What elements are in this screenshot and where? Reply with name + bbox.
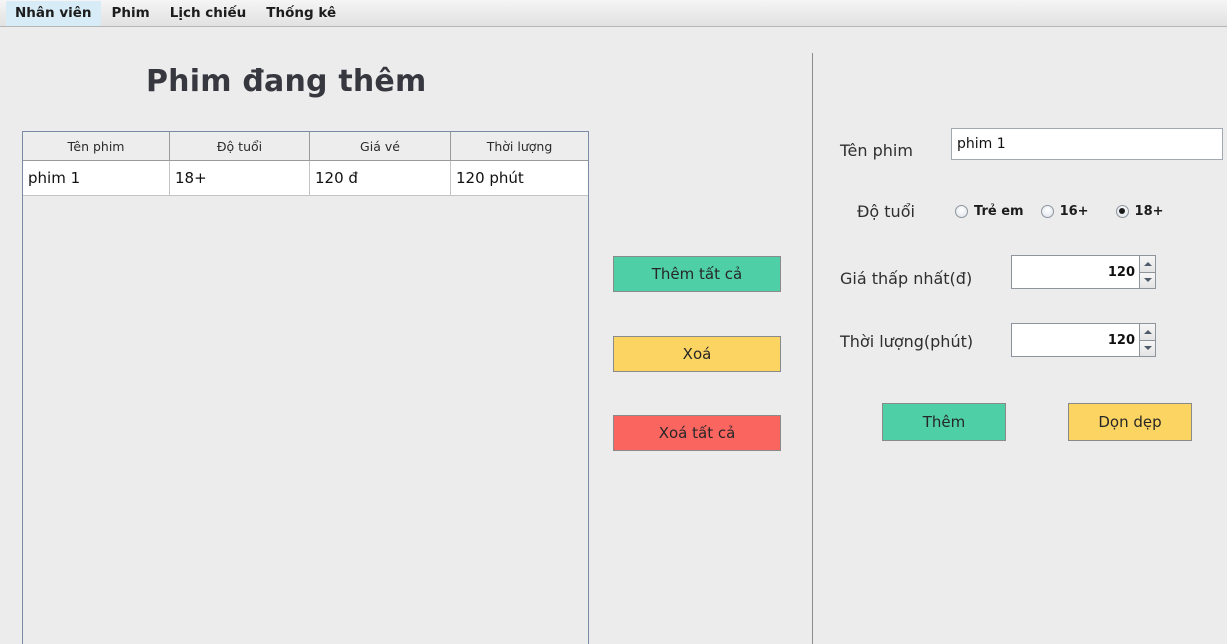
cell-do-tuoi[interactable]: 18+ [169, 160, 310, 196]
duration-spinner: 120 [1011, 323, 1156, 357]
table-header-gia-ve[interactable]: Giá vé [309, 132, 451, 161]
radio-circle-selected-icon [1115, 204, 1129, 218]
movie-table: Tên phim Độ tuổi Giá vé Thời lượng phim … [23, 132, 588, 196]
radio-tre-em-label: Trẻ em [974, 203, 1024, 219]
price-spinner-up-button[interactable] [1139, 255, 1156, 273]
triangle-down-icon [1143, 346, 1152, 351]
table-header-thoi-luong[interactable]: Thời lượng [450, 132, 588, 161]
menu-item-lich-chieu[interactable]: Lịch chiếu [161, 1, 256, 26]
menu-item-thong-ke[interactable]: Thống kê [257, 1, 345, 26]
cell-ten-phim[interactable]: phim 1 [23, 160, 170, 196]
radio-circle-icon [1040, 204, 1054, 218]
table-header-ten-phim[interactable]: Tên phim [23, 132, 170, 161]
page-title: Phim đang thêm [146, 64, 427, 99]
duration-spinner-down-button[interactable] [1139, 340, 1156, 357]
menu-item-nhan-vien[interactable]: Nhân viên [6, 0, 101, 26]
age-radio-group: Trẻ em 16+ 18+ [955, 200, 1164, 222]
table-header-do-tuoi[interactable]: Độ tuổi [169, 132, 310, 161]
radio-16-plus[interactable]: 16+ [1040, 203, 1089, 219]
radio-tre-em[interactable]: Trẻ em [955, 204, 1024, 219]
delete-button[interactable]: Xoá [613, 336, 781, 372]
delete-all-button[interactable]: Xoá tất cả [613, 415, 781, 451]
movie-name-input[interactable] [951, 128, 1223, 160]
movie-table-panel: Tên phim Độ tuổi Giá vé Thời lượng phim … [22, 131, 589, 644]
submit-button[interactable]: Thêm [882, 403, 1006, 441]
radio-18-plus-label: 18+ [1134, 203, 1164, 219]
radio-16-plus-label: 16+ [1059, 203, 1089, 219]
menu-bar: Nhân viên Phim Lịch chiếu Thống kê [0, 0, 1227, 27]
table-header-row: Tên phim Độ tuổi Giá vé Thời lượng [23, 132, 588, 161]
menu-item-phim[interactable]: Phim [103, 1, 159, 26]
vertical-divider [812, 53, 813, 644]
triangle-up-icon [1143, 329, 1152, 334]
table-row[interactable]: phim 1 18+ 120 đ 120 phút [23, 160, 588, 196]
radio-18-plus[interactable]: 18+ [1115, 203, 1164, 219]
price-spinner: 120 [1011, 255, 1156, 289]
add-all-button[interactable]: Thêm tất cả [613, 256, 781, 292]
radio-circle-icon [955, 204, 968, 218]
cell-gia-ve[interactable]: 120 đ [309, 160, 451, 196]
label-thoi-luong: Thời lượng(phút) [840, 332, 974, 351]
triangle-down-icon [1143, 278, 1152, 283]
clear-form-button[interactable]: Dọn dẹp [1068, 403, 1192, 441]
label-gia-thap-nhat: Giá thấp nhất(đ) [840, 269, 973, 288]
label-do-tuoi: Độ tuổi [857, 202, 915, 221]
duration-spinner-buttons [1139, 323, 1156, 357]
label-ten-phim: Tên phim [840, 141, 913, 160]
cell-thoi-luong[interactable]: 120 phút [450, 160, 588, 196]
duration-spinner-up-button[interactable] [1139, 323, 1156, 341]
price-spinner-buttons [1139, 255, 1156, 289]
duration-spinner-value[interactable]: 120 [1011, 323, 1139, 357]
price-spinner-down-button[interactable] [1139, 272, 1156, 289]
price-spinner-value[interactable]: 120 [1011, 255, 1139, 289]
triangle-up-icon [1143, 261, 1152, 266]
